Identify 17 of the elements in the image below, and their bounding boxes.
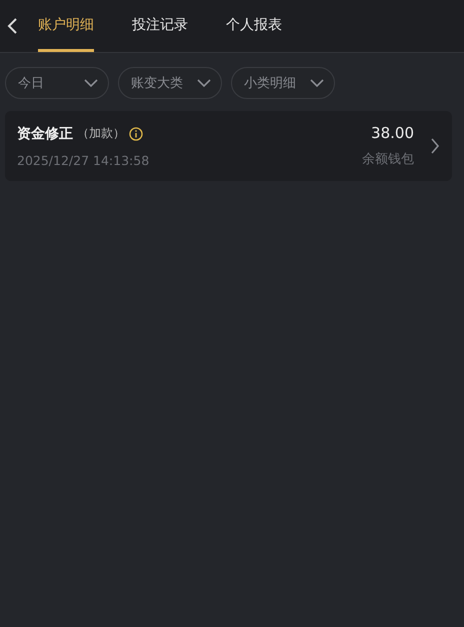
chevron-down-icon xyxy=(310,78,324,88)
info-icon[interactable] xyxy=(129,126,143,140)
tab[interactable]: 投注记录 xyxy=(132,0,188,52)
chevron-down-icon xyxy=(84,78,98,88)
record-subtitle: （加款） xyxy=(77,125,125,142)
chevron-right-icon xyxy=(430,137,440,155)
record-card[interactable]: 资金修正 （加款） 2025/12/27 14:13:58 38.00 余额钱包 xyxy=(5,111,452,181)
record-amount: 38.00 xyxy=(370,124,414,142)
record-time: 2025/12/27 14:13:58 xyxy=(17,152,150,168)
record-title: 资金修正 xyxy=(17,124,73,142)
tab[interactable]: 账户明细 xyxy=(38,0,94,52)
tab[interactable]: 个人报表 xyxy=(226,0,282,52)
wallet-label: 余额钱包 xyxy=(362,151,414,168)
filter-dropdown[interactable]: 今日 xyxy=(5,67,109,99)
chevron-down-icon xyxy=(197,78,211,88)
filter-dropdown[interactable]: 账变大类 xyxy=(118,67,222,99)
filter-dropdown[interactable]: 小类明细 xyxy=(231,67,335,99)
